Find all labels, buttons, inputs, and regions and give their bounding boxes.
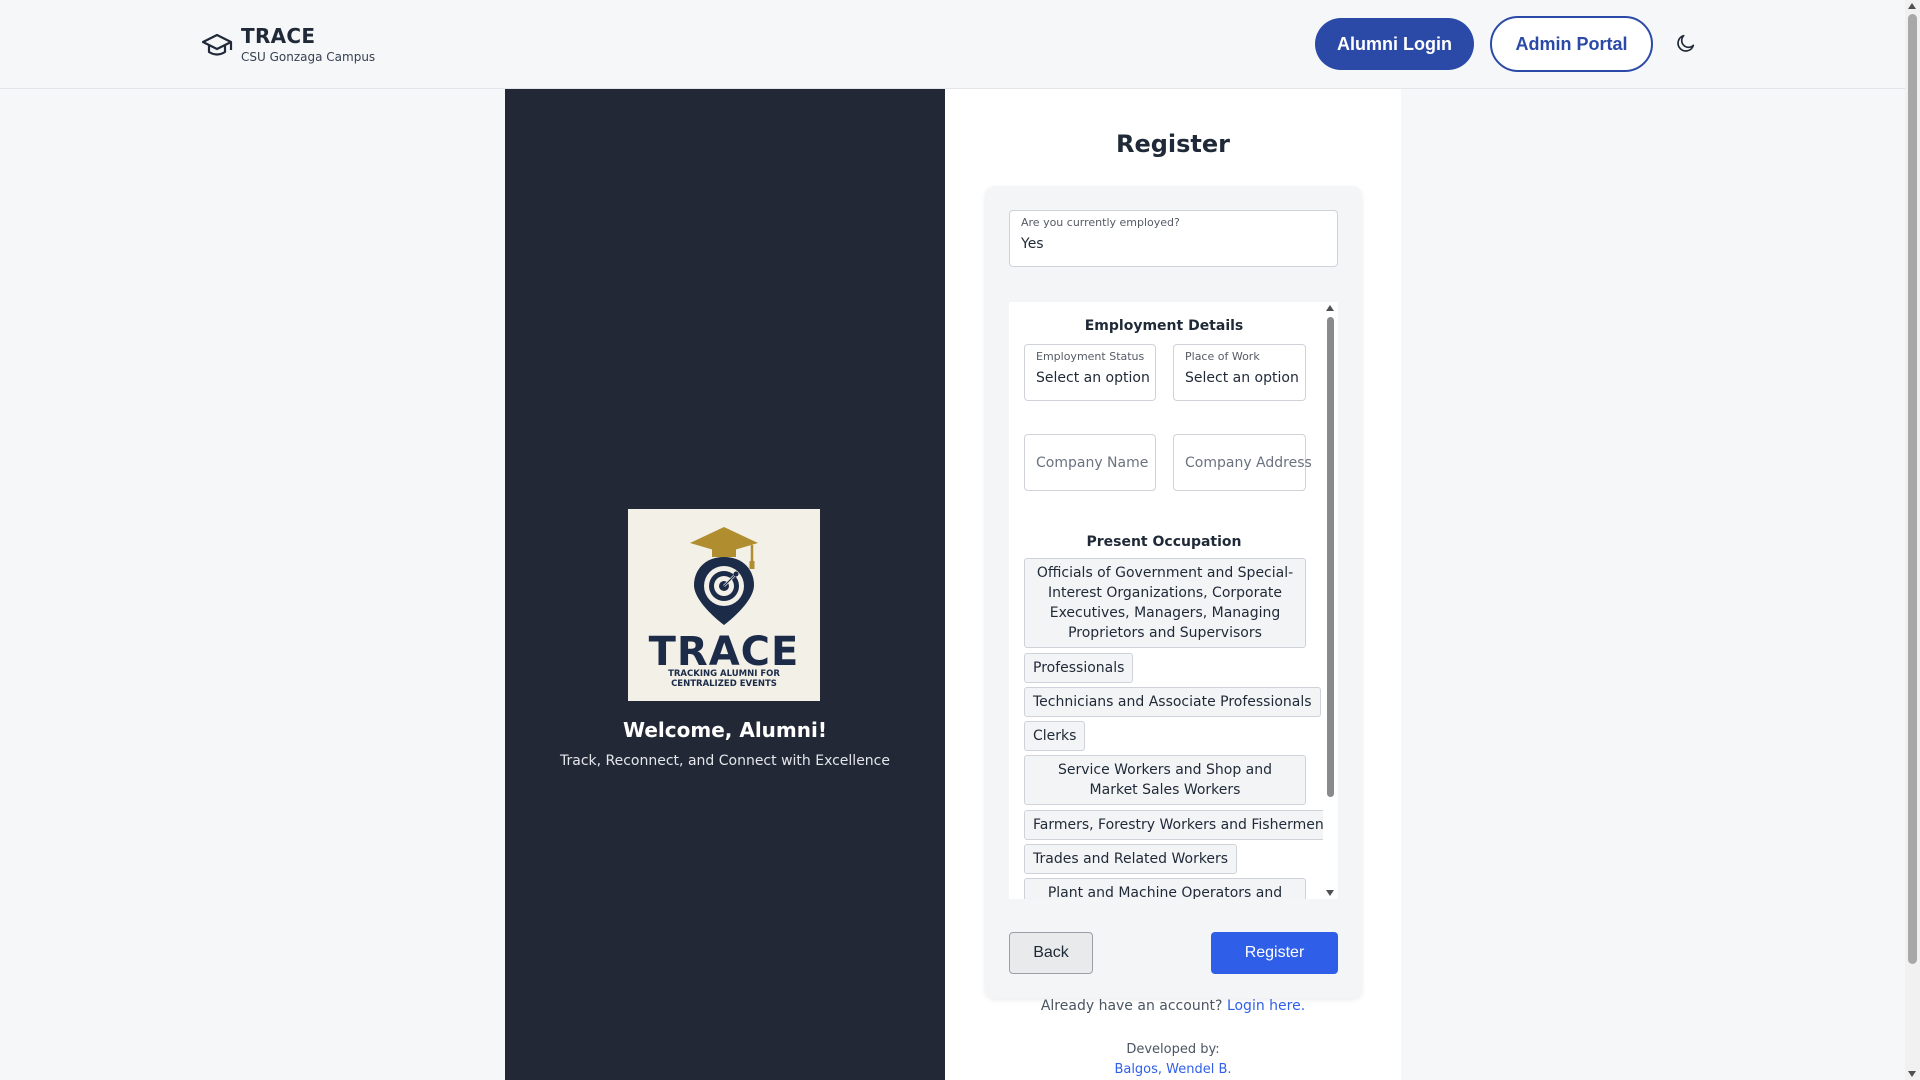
login-prompt-text: Already have an account? <box>1040 998 1223 1014</box>
logo-tagline-line1: TRACKING ALUMNI FOR <box>668 669 780 679</box>
place-of-work-value: Select an option <box>1185 370 1299 386</box>
company-name-placeholder: Company Name <box>1036 455 1149 471</box>
logo-tagline-line2: CENTRALIZED EVENTS <box>671 679 777 689</box>
company-address-placeholder: Company Address <box>1185 455 1312 471</box>
page-scrollbar-thumb[interactable] <box>1908 14 1917 964</box>
welcome-tagline: Track, Reconnect, and Connect with Excel… <box>559 753 890 769</box>
occupation-option[interactable]: Farmers, Forestry Workers and Fishermen <box>1024 810 1333 840</box>
welcome-heading: Welcome, Alumni! <box>623 718 827 742</box>
employment-details-title: Employment Details <box>1084 318 1244 334</box>
place-of-work-label: Place of Work <box>1185 350 1260 363</box>
trace-logo: TRACE TRACKING ALUMNI FOR CENTRALIZED EV… <box>628 509 820 701</box>
admin-portal-button[interactable]: Admin Portal <box>1490 16 1653 72</box>
brand[interactable]: TRACE CSU Gonzaga Campus <box>201 24 375 65</box>
logo-tagline: TRACKING ALUMNI FOR CENTRALIZED EVENTS <box>628 669 820 689</box>
scroll-down-arrow-icon[interactable] <box>1326 890 1334 896</box>
page-scroll-down-icon[interactable] <box>1908 1071 1916 1077</box>
scroll-up-arrow-icon[interactable] <box>1326 305 1334 311</box>
employment-status-value: Select an option <box>1036 370 1150 386</box>
welcome-panel: TRACE TRACKING ALUMNI FOR CENTRALIZED EV… <box>505 89 945 1080</box>
occupation-option[interactable]: Technicians and Associate Professionals <box>1024 687 1321 717</box>
occupation-option[interactable]: Professionals <box>1024 653 1134 683</box>
occupation-option[interactable]: Trades and Related Workers <box>1024 844 1238 874</box>
page-title: Register <box>1115 130 1231 158</box>
occupation-option[interactable]: Clerks <box>1024 721 1086 751</box>
back-button[interactable]: Back <box>1009 932 1093 974</box>
logo-graphic-icon <box>690 527 758 625</box>
developer-link[interactable]: Balgos, Wendel B. <box>945 1062 1401 1077</box>
page-scrollbar[interactable] <box>1905 0 1920 1080</box>
register-panel: Register Are you currently employed? Yes… <box>945 89 1401 1080</box>
brand-name: TRACE <box>241 24 316 48</box>
page-scroll-up-icon[interactable] <box>1908 3 1916 9</box>
alumni-login-button[interactable]: Alumni Login <box>1315 18 1474 70</box>
employment-status-select[interactable]: Employment Status Select an option <box>1024 344 1156 401</box>
brand-campus: CSU Gonzaga Campus <box>241 50 376 64</box>
present-occupation-title: Present Occupation <box>1086 534 1242 550</box>
employment-details-scroll[interactable]: Employment Details Employment Status Sel… <box>1009 302 1338 899</box>
company-address-input[interactable]: Company Address <box>1173 434 1312 491</box>
details-scrollbar[interactable] <box>1323 302 1338 899</box>
occupation-option[interactable]: Officials of Government and Special-Inte… <box>1024 558 1306 648</box>
register-form-card: Are you currently employed? Yes Employme… <box>985 186 1362 998</box>
employment-status-label: Employment Status <box>1036 350 1145 363</box>
moon-icon[interactable] <box>1675 32 1697 54</box>
occupation-option[interactable]: Plant and Machine Operators and <box>1024 878 1306 899</box>
company-name-input[interactable]: Company Name <box>1024 434 1156 491</box>
register-button[interactable]: Register <box>1211 932 1338 974</box>
occupation-option[interactable]: Service Workers and Shop and Market Sale… <box>1024 755 1306 805</box>
graduation-cap-icon <box>201 33 233 56</box>
employed-label: Are you currently employed? <box>1021 216 1180 229</box>
developed-by-label: Developed by: <box>1126 1042 1220 1057</box>
login-prompt: Already have an account? Login here. <box>945 998 1401 1014</box>
employed-value: Yes <box>1021 236 1044 252</box>
scrollbar-thumb[interactable] <box>1327 317 1334 797</box>
place-of-work-select[interactable]: Place of Work Select an option <box>1173 344 1306 401</box>
login-link[interactable]: Login here. <box>1227 998 1305 1014</box>
employed-select[interactable]: Are you currently employed? Yes <box>1009 210 1338 267</box>
top-navbar: TRACE CSU Gonzaga Campus Alumni Login Ad… <box>0 0 1905 89</box>
